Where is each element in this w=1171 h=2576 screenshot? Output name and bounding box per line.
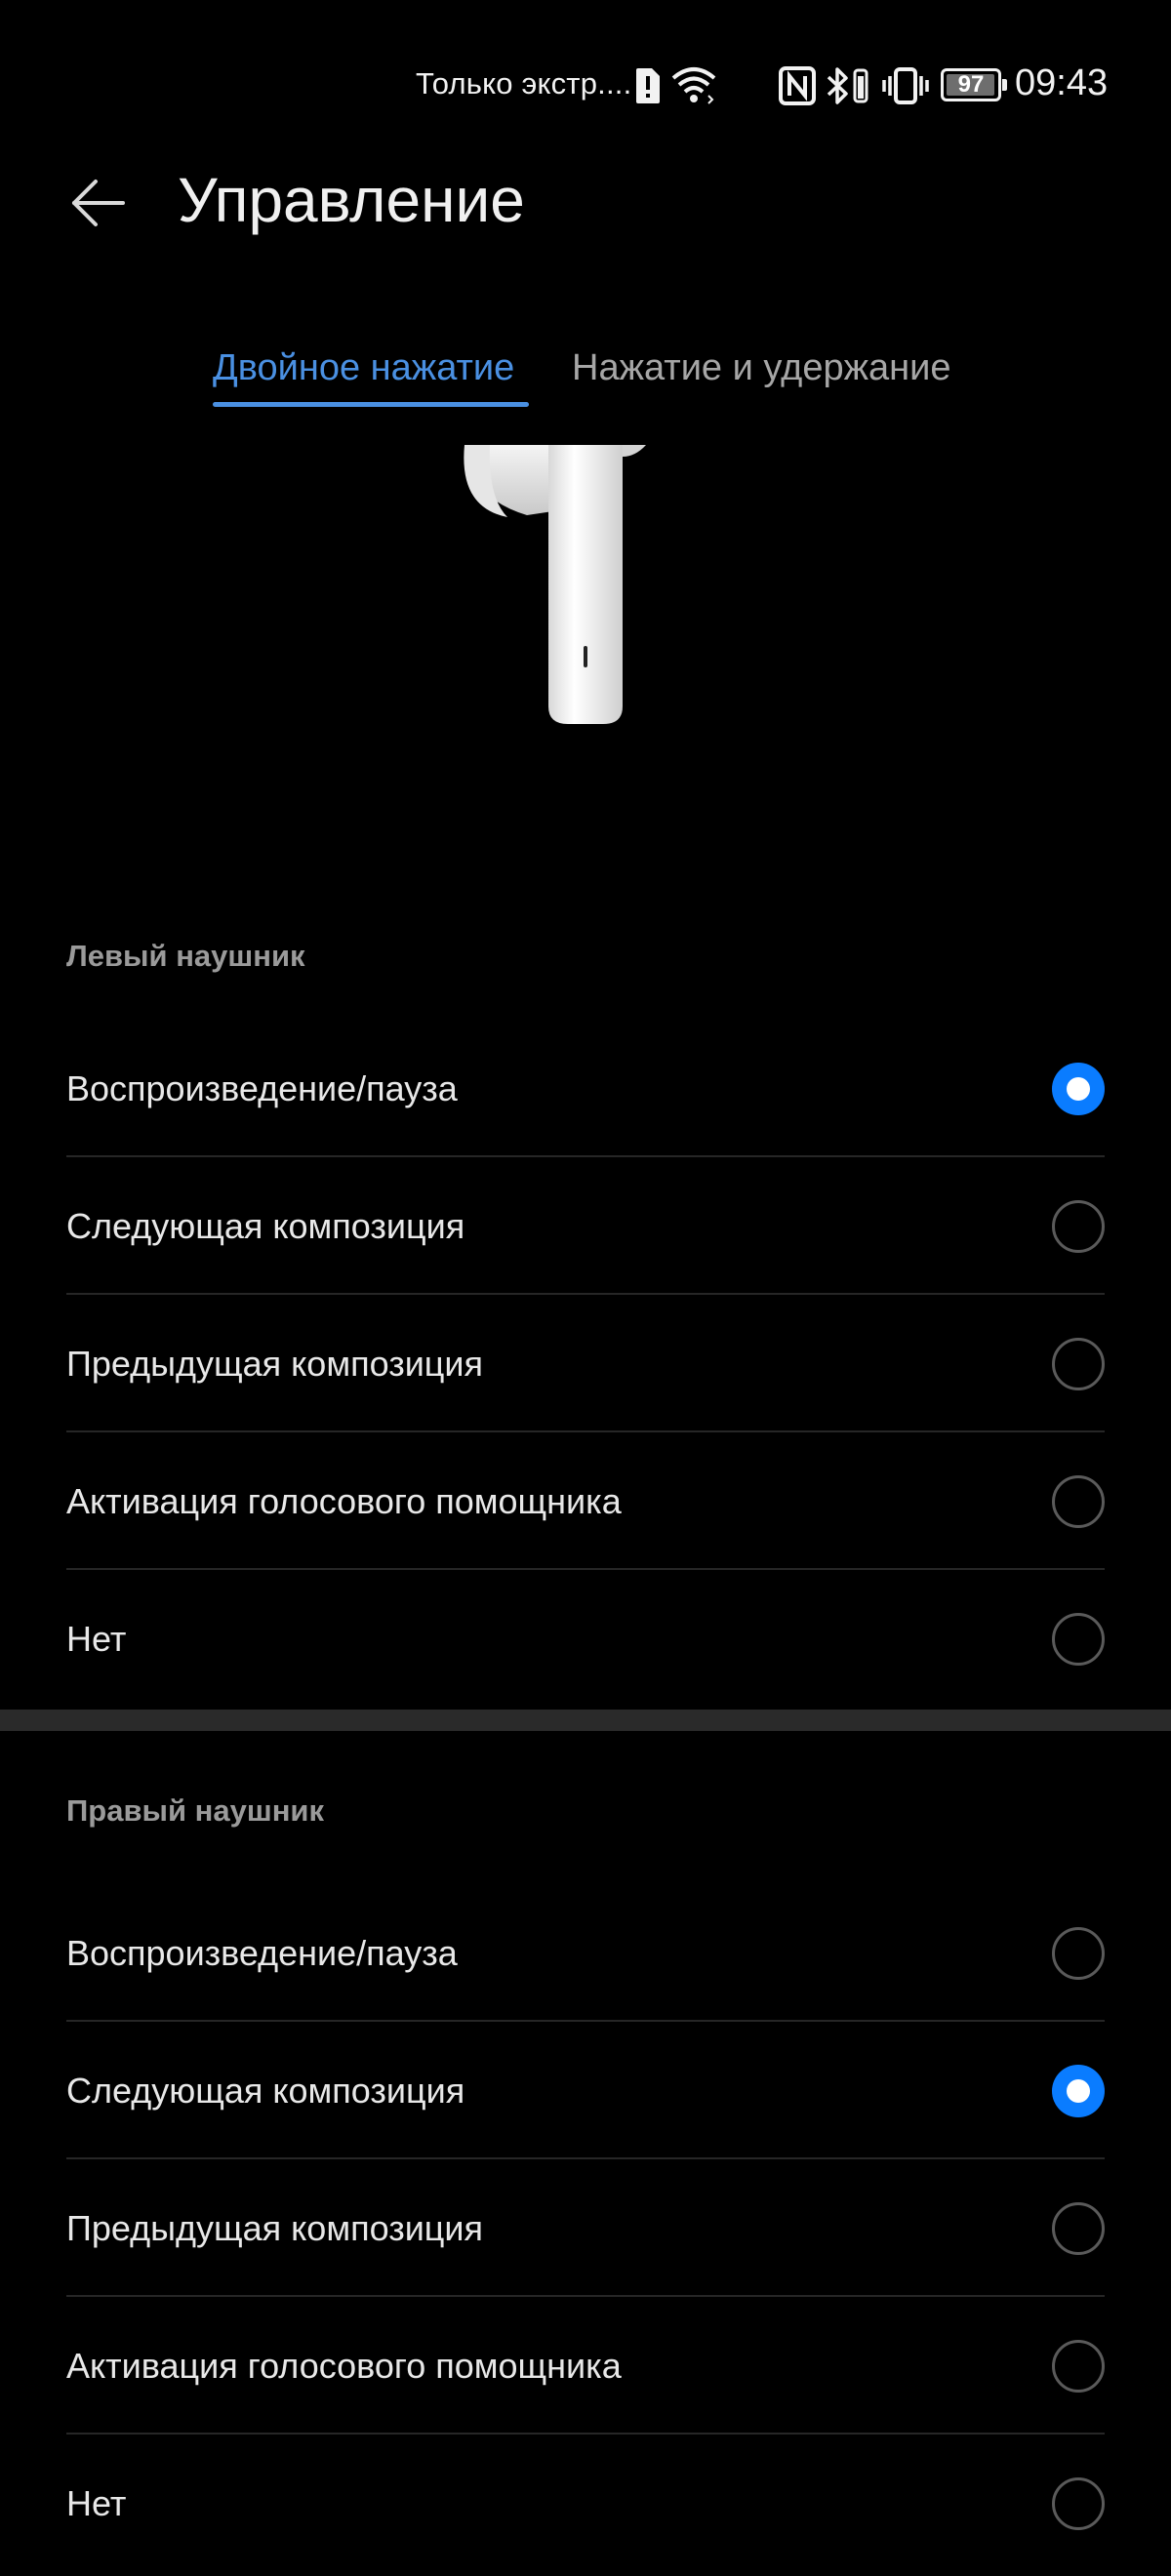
radio-button[interactable] xyxy=(1052,1613,1105,1666)
left-option-play-pause[interactable]: Воспроизведение/пауза xyxy=(66,1021,1105,1157)
tab-indicator xyxy=(213,402,529,407)
option-label: Активация голосового помощника xyxy=(66,2346,622,2386)
clock: 09:43 xyxy=(1015,62,1109,103)
bluetooth-icon xyxy=(827,67,848,104)
divider xyxy=(66,2433,1105,2435)
option-label: Нет xyxy=(66,1619,127,1659)
carrier-text: Только экстр.... xyxy=(416,66,632,101)
right-option-next-track[interactable]: Следующая композиция xyxy=(66,2023,1105,2159)
left-option-previous-track[interactable]: Предыдущая композиция xyxy=(66,1296,1105,1432)
option-label: Воспроизведение/пауза xyxy=(66,1068,458,1108)
option-label: Следующая композиция xyxy=(66,2071,465,2111)
option-label: Активация голосового помощника xyxy=(66,1481,622,1521)
divider xyxy=(66,1430,1105,1432)
left-option-none[interactable]: Нет xyxy=(66,1571,1105,1708)
option-label: Воспроизведение/пауза xyxy=(66,1933,458,1973)
right-option-voice-assistant[interactable]: Активация голосового помощника xyxy=(66,2298,1105,2435)
divider xyxy=(66,2157,1105,2159)
radio-button[interactable] xyxy=(1052,1200,1105,1253)
section-separator xyxy=(0,1710,1171,1731)
divider xyxy=(66,1568,1105,1570)
section-label-left-earbud: Левый наушник xyxy=(66,939,305,973)
alert-icon xyxy=(636,68,660,103)
tab-press-and-hold[interactable]: Нажатие и удержание xyxy=(572,347,950,389)
earbud-image xyxy=(464,445,646,724)
radio-button[interactable] xyxy=(1052,2202,1105,2255)
option-label: Следующая композиция xyxy=(66,1206,465,1246)
back-button[interactable] xyxy=(61,166,135,240)
right-option-none[interactable]: Нет xyxy=(66,2435,1105,2572)
wifi-icon xyxy=(671,67,716,104)
tab-double-press[interactable]: Двойное нажатие xyxy=(213,347,514,389)
option-label: Предыдущая композиция xyxy=(66,1344,484,1384)
radio-button[interactable] xyxy=(1052,1338,1105,1390)
left-option-voice-assistant[interactable]: Активация голосового помощника xyxy=(66,1433,1105,1570)
page-title: Управление xyxy=(178,165,525,235)
option-label: Предыдущая композиция xyxy=(66,2208,484,2248)
battery-level: 97 xyxy=(957,71,985,98)
radio-button[interactable] xyxy=(1052,1475,1105,1528)
left-option-next-track[interactable]: Следующая композиция xyxy=(66,1158,1105,1295)
back-arrow-icon xyxy=(72,180,125,226)
option-label: Нет xyxy=(66,2483,127,2523)
radio-button-selected[interactable] xyxy=(1052,2065,1105,2117)
divider xyxy=(66,1293,1105,1295)
section-label-right-earbud: Правый наушник xyxy=(66,1793,324,1828)
divider xyxy=(66,2020,1105,2022)
right-option-play-pause[interactable]: Воспроизведение/пауза xyxy=(66,1885,1105,2022)
headset-battery-icon xyxy=(853,68,868,103)
radio-button[interactable] xyxy=(1052,2477,1105,2530)
radio-button-selected[interactable] xyxy=(1052,1063,1105,1115)
right-option-previous-track[interactable]: Предыдущая композиция xyxy=(66,2160,1105,2297)
divider xyxy=(66,1155,1105,1157)
radio-button[interactable] xyxy=(1052,2340,1105,2393)
radio-button[interactable] xyxy=(1052,1927,1105,1980)
status-bar: Только экстр.... 97 09:43 xyxy=(0,0,1171,176)
vibrate-icon xyxy=(882,67,929,104)
nfc-icon xyxy=(779,66,816,105)
battery-icon: 97 xyxy=(941,68,1007,101)
divider xyxy=(66,2295,1105,2297)
